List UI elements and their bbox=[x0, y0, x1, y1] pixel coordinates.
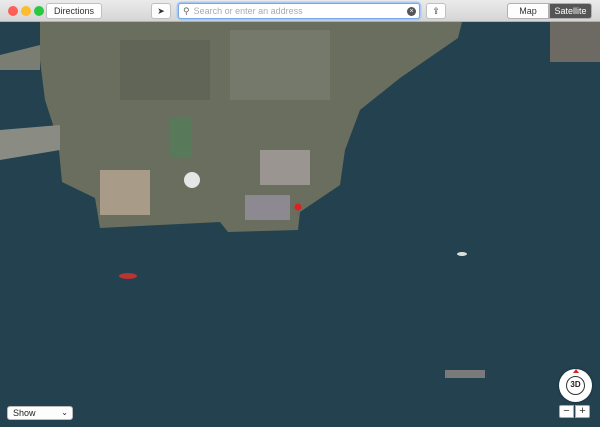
satellite-tab[interactable]: Satellite bbox=[549, 3, 592, 19]
chevron-down-icon: ⌄ bbox=[61, 408, 68, 417]
zoom-in-button[interactable]: + bbox=[575, 405, 590, 418]
location-arrow-icon: ➤ bbox=[157, 5, 165, 16]
share-icon: ⇪ bbox=[432, 5, 440, 16]
show-label: Show bbox=[13, 408, 36, 418]
clear-icon[interactable]: × bbox=[407, 7, 416, 16]
show-dropdown[interactable]: Show ⌄ bbox=[7, 406, 73, 420]
zoom-out-button[interactable]: − bbox=[559, 405, 574, 418]
search-input[interactable]: ⚲ Search or enter an address × bbox=[178, 3, 420, 19]
directions-button[interactable]: Directions bbox=[46, 3, 102, 19]
3d-label: 3D bbox=[566, 376, 585, 395]
north-indicator-icon bbox=[573, 369, 579, 373]
close-button[interactable] bbox=[8, 6, 18, 16]
map-tab[interactable]: Map bbox=[507, 3, 549, 19]
search-icon: ⚲ bbox=[183, 5, 190, 16]
current-location-button[interactable]: ➤ bbox=[151, 3, 171, 19]
share-button[interactable]: ⇪ bbox=[426, 3, 446, 19]
minimize-button[interactable] bbox=[21, 6, 31, 16]
toolbar: Directions ➤ ⚲ Search or enter an addres… bbox=[0, 0, 600, 22]
compass-button[interactable]: 3D bbox=[559, 369, 592, 402]
satellite-map[interactable] bbox=[0, 0, 600, 427]
zoom-window-button[interactable] bbox=[34, 6, 44, 16]
search-placeholder: Search or enter an address bbox=[193, 6, 303, 16]
